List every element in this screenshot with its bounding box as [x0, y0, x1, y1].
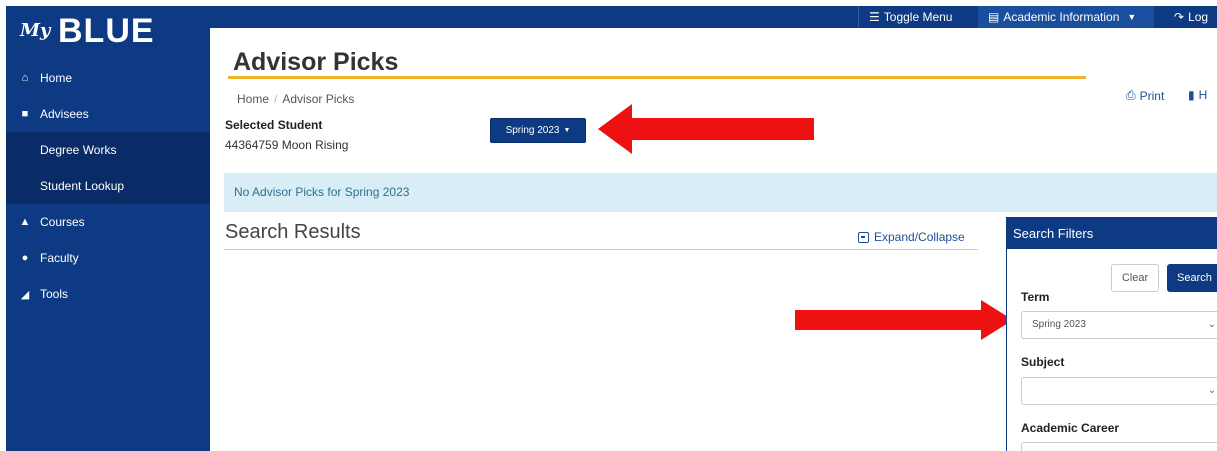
academic-career-filter-label: Academic Career	[1021, 421, 1120, 435]
collapse-icon	[858, 231, 869, 243]
hamburger-icon: ☰	[869, 10, 880, 24]
no-picks-alert: No Advisor Picks for Spring 2023	[224, 173, 1217, 212]
sidebar-item-courses[interactable]: ▲ Courses	[6, 204, 210, 240]
academic-information-label: Academic Information	[1003, 10, 1120, 24]
search-results-title: Search Results	[225, 221, 361, 243]
chevron-down-icon: ⌄	[1207, 319, 1216, 330]
sidebar-item-label: Tools	[40, 287, 69, 301]
page-title: Advisor Picks	[233, 48, 399, 76]
term-select-value: Spring 2023	[1032, 319, 1086, 330]
term-dropdown-label: Spring 2023	[505, 125, 560, 136]
redo-icon: ↷	[1174, 10, 1185, 24]
subject-filter-label: Subject	[1021, 355, 1065, 369]
sidebar-nav: ⌂ Home ■ Advisees Degree Works Student L…	[6, 60, 210, 312]
chevron-down-icon: ⌄	[1207, 385, 1216, 396]
caret-down-icon: ▼	[563, 127, 571, 134]
breadcrumb-home-link[interactable]: Home	[237, 92, 269, 106]
sidebar-item-advisees[interactable]: ■ Advisees	[6, 96, 210, 132]
selected-student-value: 44364759 Moon Rising	[225, 138, 349, 152]
sidebar-item-faculty[interactable]: ● Faculty	[6, 240, 210, 276]
search-filters-panel: Search Filters Clear Search Term Spring …	[1006, 217, 1217, 451]
red-arrow-annotation	[795, 300, 1013, 340]
sidebar-item-degree-works[interactable]: Degree Works	[6, 132, 210, 168]
academic-information-menu[interactable]: ▤ Academic Information ▼	[978, 6, 1154, 28]
toggle-menu-label: Toggle Menu	[883, 10, 953, 24]
book-icon: ▮	[1188, 88, 1195, 102]
logo[interactable]: My BLUE	[6, 6, 210, 60]
search-filters-title: Search Filters	[1007, 218, 1217, 249]
sidebar-item-label: Faculty	[40, 251, 79, 265]
app-frame: ☰ Toggle Menu ▤ Academic Information ▼ ↷…	[6, 6, 1217, 451]
logout-label: Log	[1188, 10, 1209, 24]
sidebar-item-label: Advisees	[40, 107, 89, 121]
subject-select[interactable]: ⌄	[1021, 377, 1217, 405]
logo-prefix: My	[20, 20, 51, 41]
folder-icon: ■	[21, 108, 29, 120]
caret-down-icon: ▼	[1127, 12, 1137, 22]
breadcrumb-separator: /	[274, 92, 278, 106]
print-link[interactable]: ⎙ Print	[1126, 88, 1164, 103]
book-icon: ▤	[988, 10, 1000, 24]
sidebar-item-label: Home	[40, 71, 73, 85]
user-icon: ●	[21, 252, 29, 264]
logout-button[interactable]: ↷ Log	[1164, 6, 1217, 28]
term-select[interactable]: Spring 2023 ⌄	[1021, 311, 1217, 339]
expand-collapse-toggle[interactable]: Expand/Collapse	[858, 230, 965, 244]
sidebar-item-home[interactable]: ⌂ Home	[6, 60, 210, 96]
search-button[interactable]: Search	[1167, 264, 1217, 292]
title-underline	[228, 76, 1086, 79]
toggle-menu-button[interactable]: ☰ Toggle Menu	[858, 6, 968, 28]
sidebar-item-tools[interactable]: ◢ Tools	[6, 276, 210, 312]
breadcrumb: Home / Advisor Picks	[237, 92, 354, 106]
sidebar-item-label: Student Lookup	[40, 179, 125, 193]
sidebar: My BLUE ⌂ Home ■ Advisees Degree Works S…	[6, 6, 210, 451]
term-filter-label: Term	[1021, 290, 1050, 304]
help-link[interactable]: ▮ H	[1188, 88, 1207, 102]
chart-icon: ◢	[20, 288, 30, 301]
term-dropdown-button[interactable]: Spring 2023 ▼	[490, 118, 586, 143]
print-label: Print	[1139, 88, 1165, 103]
sidebar-item-student-lookup[interactable]: Student Lookup	[6, 168, 210, 204]
sidebar-item-label: Courses	[40, 215, 85, 229]
sidebar-item-label: Degree Works	[40, 143, 117, 157]
expand-collapse-label: Expand/Collapse	[874, 230, 965, 244]
breadcrumb-current: Advisor Picks	[282, 92, 355, 106]
clear-button[interactable]: Clear	[1111, 264, 1159, 292]
home-icon: ⌂	[21, 72, 29, 84]
help-label: H	[1198, 88, 1208, 102]
logo-name: BLUE	[58, 12, 155, 50]
search-results-divider	[224, 249, 978, 250]
printer-icon: ⎙	[1126, 88, 1136, 102]
academic-career-select[interactable]	[1021, 442, 1217, 451]
selected-student-label: Selected Student	[225, 118, 323, 132]
graduation-cap-icon: ▲	[19, 216, 31, 228]
red-arrow-annotation	[598, 104, 814, 154]
